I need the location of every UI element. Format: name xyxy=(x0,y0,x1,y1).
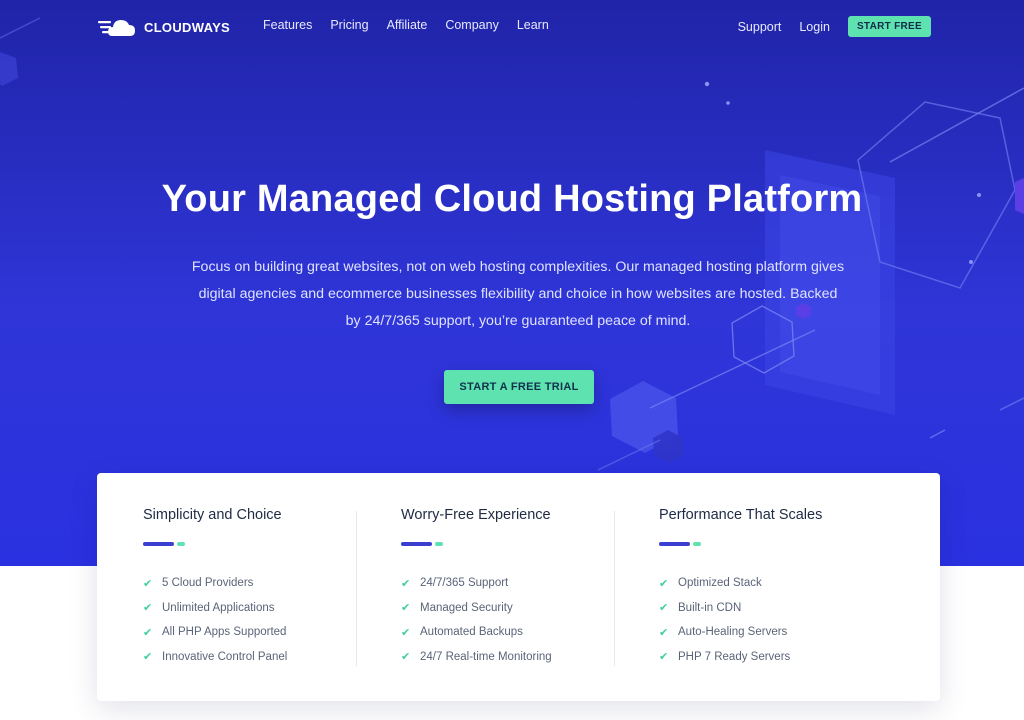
accent-bar-blue xyxy=(659,542,690,546)
feature-item-label: All PHP Apps Supported xyxy=(162,626,287,639)
top-nav: CLOUDWAYS Features Pricing Affiliate Com… xyxy=(0,0,1024,54)
features-card: Simplicity and Choice ✔ 5 Cloud Providers… xyxy=(97,473,940,701)
start-free-trial-button[interactable]: START A FREE TRIAL xyxy=(444,370,594,404)
check-icon: ✔ xyxy=(143,626,153,639)
list-item: ✔ All PHP Apps Supported xyxy=(143,620,287,645)
check-icon: ✔ xyxy=(143,651,153,664)
nav-link-features[interactable]: Features xyxy=(263,18,312,32)
hero-title: Your Managed Cloud Hosting Platform xyxy=(161,178,863,220)
list-item: ✔ Auto-Healing Servers xyxy=(659,620,790,645)
feature-item-label: Unlimited Applications xyxy=(162,601,275,614)
list-item: ✔ 5 Cloud Providers xyxy=(143,571,287,596)
feature-title: Performance That Scales xyxy=(659,507,823,523)
hero-subtitle-line: by 24/7/365 support, you’re guaranteed p… xyxy=(345,313,691,329)
feature-accent-bar xyxy=(401,542,443,546)
brand-name: CLOUDWAYS xyxy=(144,19,231,35)
brand-logo[interactable]: CLOUDWAYS xyxy=(98,14,230,40)
feature-list: ✔ 5 Cloud Providers ✔ Unlimited Applicatio… xyxy=(143,571,287,669)
feature-accent-bar xyxy=(659,542,701,546)
nav-link-login[interactable]: Login xyxy=(799,20,830,34)
list-item: ✔ PHP 7 Ready Servers xyxy=(659,645,790,670)
list-item: ✔ 24/7/365 Support xyxy=(401,571,552,596)
list-item: ✔ 24/7 Real-time Monitoring xyxy=(401,645,552,670)
list-item: ✔ Unlimited Applications xyxy=(143,596,287,621)
accent-bar-blue xyxy=(143,542,174,546)
feature-item-label: 24/7/365 Support xyxy=(420,577,509,590)
feature-item-label: 24/7 Real-time Monitoring xyxy=(420,650,552,663)
nav-link-learn[interactable]: Learn xyxy=(517,18,549,32)
feature-item-label: Innovative Control Panel xyxy=(162,650,288,663)
list-item: ✔ Built-in CDN xyxy=(659,596,790,621)
hero-subtitle: Focus on building great websites, not on… xyxy=(168,254,868,335)
check-icon: ✔ xyxy=(659,626,669,639)
hero-subtitle-line: digital agencies and ecommerce businesse… xyxy=(198,286,838,302)
check-icon: ✔ xyxy=(401,626,411,639)
check-icon: ✔ xyxy=(401,602,411,615)
accent-bar-green xyxy=(435,542,443,546)
list-item: ✔ Optimized Stack xyxy=(659,571,790,596)
list-item: ✔ Innovative Control Panel xyxy=(143,645,287,670)
feature-item-label: Optimized Stack xyxy=(678,577,762,590)
nav-right: Support Login START FREE xyxy=(738,16,931,37)
feature-item-label: PHP 7 Ready Servers xyxy=(678,650,791,663)
check-icon: ✔ xyxy=(659,602,669,615)
start-free-button[interactable]: START FREE xyxy=(847,16,931,37)
check-icon: ✔ xyxy=(401,651,411,664)
column-divider xyxy=(356,511,357,666)
feature-item-label: Automated Backups xyxy=(420,626,523,639)
check-icon: ✔ xyxy=(143,577,153,590)
nav-link-affiliate[interactable]: Affiliate xyxy=(387,18,428,32)
feature-item-label: Built-in CDN xyxy=(678,601,742,614)
accent-bar-green xyxy=(177,542,185,546)
check-icon: ✔ xyxy=(401,577,411,590)
feature-list: ✔ Optimized Stack ✔ Built-in CDN ✔ Auto-Hea… xyxy=(659,571,790,669)
check-icon: ✔ xyxy=(659,577,669,590)
list-item: ✔ Managed Security xyxy=(401,596,552,621)
hero-subtitle-line: Focus on building great websites, not on… xyxy=(191,259,845,275)
list-item: ✔ Automated Backups xyxy=(401,620,552,645)
feature-item-label: 5 Cloud Providers xyxy=(162,577,254,590)
accent-bar-blue xyxy=(401,542,432,546)
accent-bar-green xyxy=(693,542,701,546)
check-icon: ✔ xyxy=(659,651,669,664)
feature-title: Worry-Free Experience xyxy=(401,507,551,523)
feature-item-label: Managed Security xyxy=(420,601,513,614)
nav-link-support[interactable]: Support xyxy=(738,20,782,34)
feature-accent-bar xyxy=(143,542,185,546)
feature-title: Simplicity and Choice xyxy=(143,507,282,523)
nav-link-pricing[interactable]: Pricing xyxy=(330,18,368,32)
cloud-logo-icon xyxy=(98,20,135,36)
column-divider xyxy=(614,511,615,666)
nav-link-company[interactable]: Company xyxy=(445,18,499,32)
check-icon: ✔ xyxy=(143,602,153,615)
main-nav-links: Features Pricing Affiliate Company Learn xyxy=(263,18,567,32)
page: CLOUDWAYS Features Pricing Affiliate Com… xyxy=(0,0,1024,720)
feature-item-label: Auto-Healing Servers xyxy=(678,626,788,639)
feature-list: ✔ 24/7/365 Support ✔ Managed Security ✔ Aut… xyxy=(401,571,552,669)
